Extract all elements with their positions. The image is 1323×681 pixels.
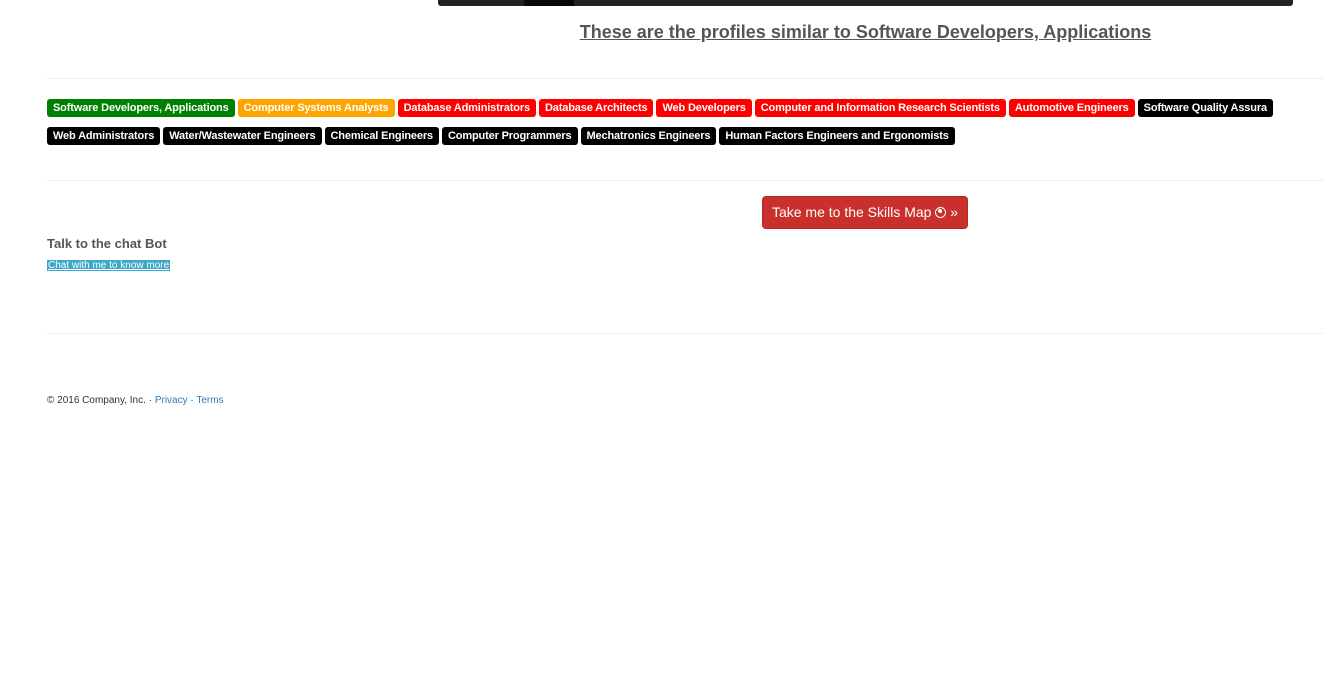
chat-bot-heading: Talk to the chat Bot <box>47 236 167 251</box>
profile-tag[interactable]: Automotive Engineers <box>1008 99 1135 117</box>
profile-tag[interactable]: Web Developers <box>656 99 752 117</box>
page: These are the profiles similar to Softwa… <box>0 0 1323 681</box>
footer-privacy-link[interactable]: Privacy <box>155 395 188 406</box>
profile-tag[interactable]: Software Quality Assura <box>1137 99 1273 117</box>
top-dark-bar-segment <box>524 0 574 6</box>
top-dark-bar <box>438 0 1293 6</box>
footer: © 2016 Company, Inc. · Privacy · Terms <box>47 395 224 407</box>
skills-map-button-label: Take me to the Skills Map <box>771 204 932 220</box>
profile-tag[interactable]: Human Factors Engineers and Ergonomists <box>719 127 955 145</box>
footer-terms-link[interactable]: Terms <box>196 395 223 406</box>
profile-tag-row: Web Administrators Water/Wastewater Engin… <box>47 127 1323 145</box>
footer-separator: · <box>190 395 194 406</box>
profile-tag[interactable]: Web Administrators <box>47 127 161 145</box>
similar-profiles-heading: These are the profiles similar to Softwa… <box>579 22 1152 42</box>
divider-bottom <box>47 333 1323 334</box>
profile-tag[interactable]: Water/Wastewater Engineers <box>163 127 322 145</box>
profile-tag[interactable]: Mechatronics Engineers <box>580 127 717 145</box>
footer-copyright: © 2016 Company, Inc. <box>47 395 146 406</box>
profile-tag[interactable]: Computer Systems Analysts <box>237 99 395 117</box>
profile-tag[interactable]: Computer Programmers <box>441 127 578 145</box>
skills-map-button[interactable]: Take me to the Skills Map » <box>762 196 968 229</box>
profile-tag[interactable]: Chemical Engineers <box>324 127 439 145</box>
divider-middle <box>47 180 1323 181</box>
profile-tags: Software Developers, Applications Compute… <box>47 99 1323 155</box>
skills-map-button-suffix: » <box>950 204 959 220</box>
profile-tag[interactable]: Database Architects <box>538 99 654 117</box>
profile-tag[interactable]: Software Developers, Applications <box>47 99 235 117</box>
chat-bot-link[interactable]: Chat with me to know more <box>47 260 171 271</box>
profile-tag[interactable]: Database Administrators <box>397 99 536 117</box>
globe-icon <box>935 207 947 218</box>
footer-separator: · <box>148 395 153 406</box>
divider-top <box>47 78 1323 79</box>
profile-tag-row: Software Developers, Applications Compute… <box>47 99 1323 117</box>
profile-tag[interactable]: Computer and Information Research Scient… <box>754 99 1006 117</box>
